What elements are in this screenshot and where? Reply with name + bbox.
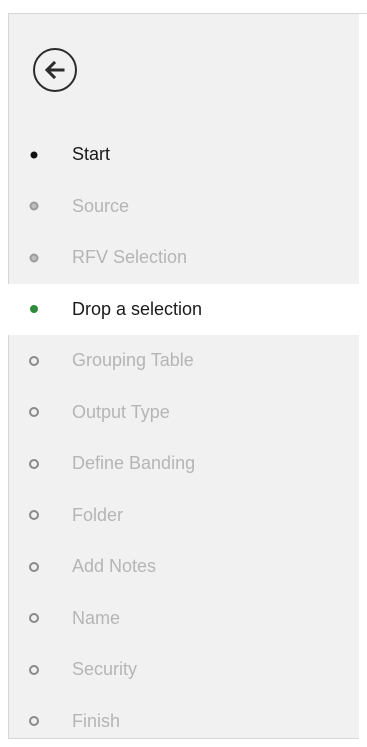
step-drop-a-selection[interactable]: Drop a selection xyxy=(8,284,367,336)
step-label: Grouping Table xyxy=(72,350,194,370)
step-label: Security xyxy=(72,659,137,679)
step-marker-icon xyxy=(29,407,39,417)
step-marker-icon xyxy=(30,305,38,313)
step-marker-icon xyxy=(31,151,38,158)
step-marker-icon xyxy=(29,510,39,520)
step-marker-icon xyxy=(29,459,39,469)
step-marker-icon xyxy=(29,613,39,623)
step-marker-icon xyxy=(29,716,39,726)
step-marker-icon xyxy=(30,253,39,262)
step-name[interactable]: Name xyxy=(8,593,367,645)
step-label: Finish xyxy=(72,711,120,731)
step-define-banding[interactable]: Define Banding xyxy=(8,438,367,490)
step-source[interactable]: Source xyxy=(8,181,367,233)
wizard-window: Start Source RFV Selection Drop a select… xyxy=(0,0,367,738)
step-output-type[interactable]: Output Type xyxy=(8,387,367,439)
step-grouping-table[interactable]: Grouping Table xyxy=(8,335,367,387)
step-label: Name xyxy=(72,608,120,628)
step-start[interactable]: Start xyxy=(8,129,367,181)
step-rfv-selection[interactable]: RFV Selection xyxy=(8,232,367,284)
back-button[interactable] xyxy=(33,48,77,92)
step-label: Source xyxy=(72,196,129,216)
step-label: RFV Selection xyxy=(72,247,187,267)
arrow-left-icon xyxy=(43,58,67,82)
step-security[interactable]: Security xyxy=(8,644,367,696)
step-label: Drop a selection xyxy=(72,299,202,319)
step-folder[interactable]: Folder xyxy=(8,490,367,542)
step-marker-icon xyxy=(29,356,39,366)
step-finish[interactable]: Finish xyxy=(8,696,367,747)
step-label: Start xyxy=(72,144,110,164)
step-label: Output Type xyxy=(72,402,170,422)
step-label: Define Banding xyxy=(72,453,195,473)
wizard-step-list: Start Source RFV Selection Drop a select… xyxy=(8,129,367,747)
step-label: Folder xyxy=(72,505,123,525)
step-marker-icon xyxy=(29,562,39,572)
step-label: Add Notes xyxy=(72,556,156,576)
step-add-notes[interactable]: Add Notes xyxy=(8,541,367,593)
step-marker-icon xyxy=(29,665,39,675)
step-marker-icon xyxy=(30,202,39,211)
